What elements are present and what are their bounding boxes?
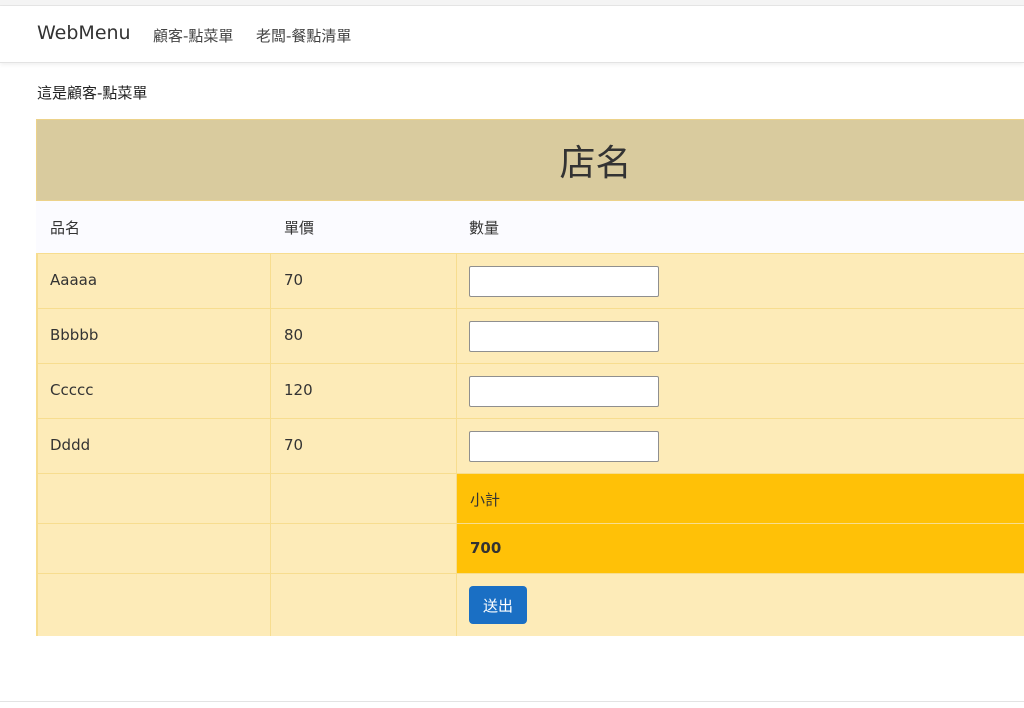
column-divider [270,253,271,636]
table-left-border [36,253,38,636]
shop-header: 店名 [36,119,1024,201]
column-divider [456,253,457,636]
item-name: Bbbbb [50,326,99,344]
item-name: Aaaaa [50,271,98,289]
table-header-row: 品名 單價 數量 [36,201,1024,253]
submit-row [36,573,1024,636]
subtotal-label-cell: 小計 [457,474,1024,523]
item-name: Dddd [50,436,91,454]
quantity-input[interactable] [469,321,659,352]
column-header-price: 單價 [284,219,315,237]
column-header-name: 品名 [50,219,81,237]
table-row: Aaaaa 70 [36,253,1024,308]
nav-link-owner-menu[interactable]: 老闆-餐點清單 [256,25,351,46]
subtotal-label: 小計 [470,491,501,509]
subtotal-label-row: 小計 [36,473,1024,523]
subtotal-value: 700 [470,539,502,557]
footer-divider [0,701,1024,702]
subtotal-value-cell: 700 [457,524,1024,573]
item-price: 70 [284,436,304,454]
quantity-input[interactable] [469,431,659,462]
navbar: WebMenu 顧客-點菜單 老闆-餐點清單 [0,6,1024,63]
table-row: Ccccc 120 [36,363,1024,418]
subtotal-value-row: 700 [36,523,1024,573]
table-row: Bbbbb 80 [36,308,1024,363]
nav-link-customer-order[interactable]: 顧客-點菜單 [153,25,233,46]
item-name: Ccccc [50,381,94,399]
item-price: 120 [284,381,313,399]
order-table: 店名 品名 單價 數量 Aaaaa 70 Bbbbb 80 Ccccc 120 … [36,119,1024,636]
table-row: Dddd 70 [36,418,1024,473]
quantity-input[interactable] [469,266,659,297]
brand-link[interactable]: WebMenu [37,22,131,44]
page-note: 這是顧客-點菜單 [37,84,148,102]
item-price: 70 [284,271,304,289]
column-header-quantity: 數量 [469,219,500,237]
shop-name: 店名 [559,143,632,184]
item-price: 80 [284,326,304,344]
quantity-input[interactable] [469,376,659,407]
submit-button[interactable]: 送出 [469,586,527,624]
